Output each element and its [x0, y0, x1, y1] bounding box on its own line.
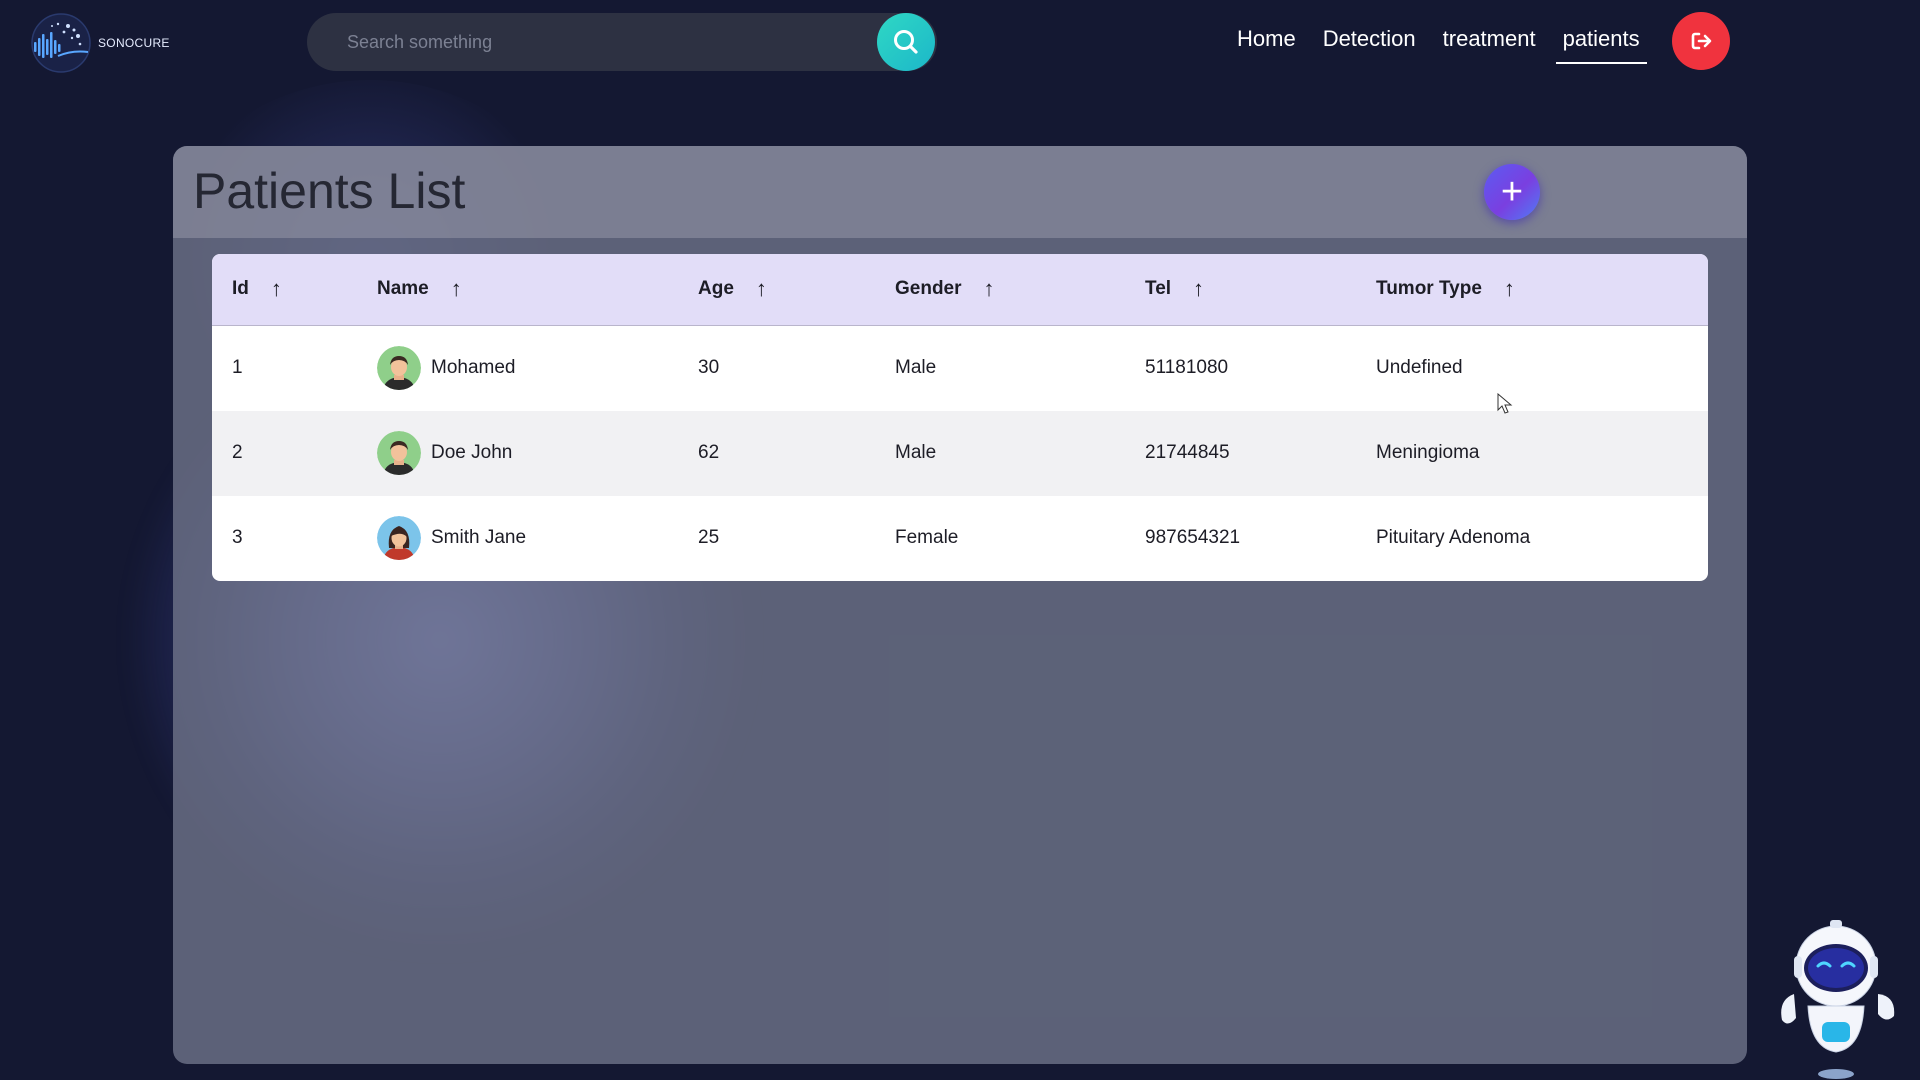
cell-id: 2	[232, 442, 243, 463]
cell-tumor-type: Pituitary Adenoma	[1376, 527, 1531, 548]
logout-button[interactable]	[1672, 12, 1730, 70]
column-label: Tel	[1145, 278, 1172, 300]
table-row[interactable]: 3 Smith Jane 25 Female 987654321 Pituita…	[212, 496, 1708, 581]
nav-detection[interactable]: Detection	[1316, 22, 1423, 64]
sort-arrow-icon[interactable]: ↑	[1193, 276, 1204, 302]
column-header-name[interactable]: Name ↑	[377, 254, 698, 326]
column-header-age[interactable]: Age ↑	[698, 254, 895, 326]
search-icon	[894, 30, 918, 54]
cell-name: Mohamed	[377, 325, 698, 411]
column-label: Tumor Type	[1376, 278, 1482, 300]
sort-arrow-icon[interactable]: ↑	[984, 276, 995, 302]
brand-logo[interactable]: SONOCURE	[28, 12, 170, 74]
nav-treatment[interactable]: treatment	[1436, 22, 1543, 64]
search-input[interactable]	[345, 30, 869, 54]
patient-name: Doe John	[431, 442, 513, 463]
sort-arrow-icon[interactable]: ↑	[1504, 276, 1515, 302]
patients-panel: Patients List + Id ↑ Name ↑ Age ↑ Gender…	[173, 146, 1747, 1064]
top-navbar: SONOCURE Home Detection treatment patien…	[0, 0, 1920, 90]
sort-arrow-icon[interactable]: ↑	[271, 276, 282, 302]
patients-table: Id ↑ Name ↑ Age ↑ Gender ↑ Tel ↑ Tumor T…	[212, 254, 1708, 581]
column-label: Name	[377, 278, 429, 300]
cell-gender: Male	[895, 442, 937, 463]
cell-name: Doe John	[377, 411, 698, 496]
cell-gender: Male	[895, 357, 937, 378]
table-header-row: Id ↑ Name ↑ Age ↑ Gender ↑ Tel ↑ Tumor T…	[212, 254, 1708, 326]
mouse-cursor-icon	[1497, 393, 1513, 414]
cell-tumor-type: Meningioma	[1376, 442, 1480, 463]
main-nav: Home Detection treatment patients	[1230, 22, 1660, 64]
nav-home[interactable]: Home	[1230, 22, 1303, 64]
sort-arrow-icon[interactable]: ↑	[756, 276, 767, 302]
column-header-tel[interactable]: Tel ↑	[1145, 254, 1376, 326]
cell-gender: Female	[895, 527, 959, 548]
table-row[interactable]: 2 Doe John 62 Male 21744845 Meningioma	[212, 410, 1708, 496]
robot-assistant-icon[interactable]	[1774, 908, 1898, 1080]
logout-icon	[1691, 32, 1712, 50]
female-avatar-icon	[377, 516, 421, 560]
cell-tel: 51181080	[1145, 357, 1229, 378]
cell-tumor-type: Undefined	[1376, 357, 1463, 378]
sonocure-logo-icon	[31, 13, 91, 73]
cell-age: 30	[698, 357, 720, 378]
column-label: Age	[698, 278, 734, 300]
nav-patients[interactable]: patients	[1555, 22, 1647, 64]
patient-name: Mohamed	[431, 357, 516, 378]
cell-age: 25	[698, 527, 720, 548]
sort-arrow-icon[interactable]: ↑	[451, 276, 462, 302]
add-patient-button[interactable]: +	[1484, 164, 1540, 220]
cell-id: 1	[232, 357, 243, 378]
panel-header: Patients List +	[173, 146, 1747, 238]
column-header-id[interactable]: Id ↑	[212, 254, 377, 326]
cell-name: Smith Jane	[377, 496, 698, 581]
plus-icon: +	[1500, 171, 1524, 213]
brand-name: SONOCURE	[98, 36, 170, 50]
table-row[interactable]: 1 Mohamed 30 Male 51181080 Undefined	[212, 325, 1708, 411]
column-header-gender[interactable]: Gender ↑	[895, 254, 1145, 326]
search-button[interactable]	[877, 13, 935, 71]
cell-tel: 987654321	[1145, 527, 1241, 548]
column-label: Gender	[895, 278, 962, 300]
patient-name: Smith Jane	[431, 527, 527, 548]
cell-age: 62	[698, 442, 720, 463]
male-avatar-icon	[377, 346, 421, 390]
column-header-tumor-type[interactable]: Tumor Type ↑	[1376, 254, 1708, 326]
page-title: Patients List	[193, 163, 466, 219]
column-label: Id	[232, 278, 249, 300]
search-bar	[307, 13, 937, 71]
cell-id: 3	[232, 527, 243, 548]
cell-tel: 21744845	[1145, 442, 1230, 463]
male-avatar-icon	[377, 431, 421, 475]
